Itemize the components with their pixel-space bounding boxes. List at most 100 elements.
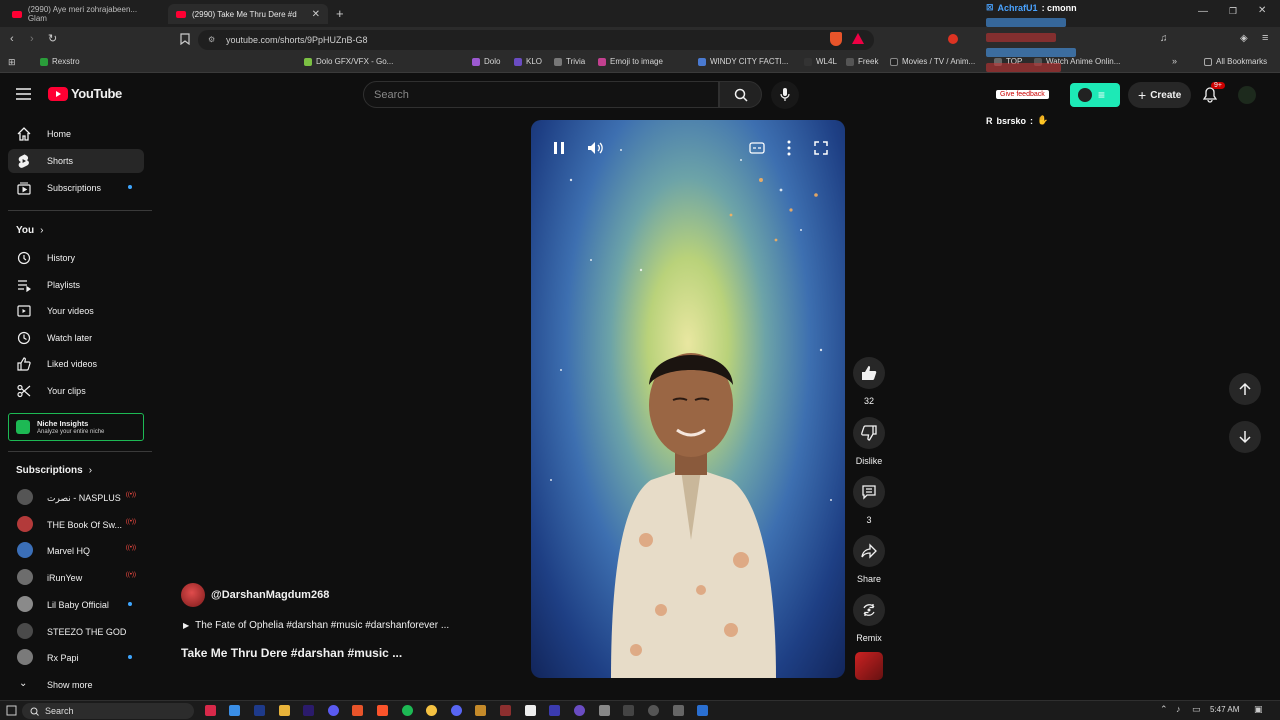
sidebar-item-watch-later[interactable]: Watch later: [8, 326, 144, 350]
taskbar-app-icon[interactable]: [475, 705, 486, 716]
subscription-item[interactable]: نصرت - NASPLUS ((•)): [8, 486, 144, 510]
video-title[interactable]: Take Me Thru Dere #darshan #music ...: [181, 646, 402, 660]
site-info-icon[interactable]: ⚙: [208, 35, 215, 44]
subscription-item[interactable]: STEEZO THE GOD: [8, 620, 144, 644]
hamburger-menu-icon[interactable]: [16, 88, 31, 100]
subscription-item[interactable]: Marvel HQ ((•)): [8, 539, 144, 563]
menu-icon[interactable]: ≡: [1262, 32, 1268, 44]
brave-shield-icon[interactable]: [830, 32, 842, 46]
bookmark-windy-city[interactable]: WINDY CITY FACTI...: [698, 57, 788, 66]
sidebar-item-shorts[interactable]: Shorts: [8, 149, 144, 173]
subscriptions-section-header[interactable]: Subscriptions ›: [16, 465, 92, 476]
discord-icon[interactable]: [451, 705, 462, 716]
channel-info[interactable]: @DarshanMagdum268: [181, 583, 329, 607]
subscription-item[interactable]: THE Book Of Sw... ((•)): [8, 513, 144, 537]
taskbar-app-icon[interactable]: [500, 705, 511, 716]
bookmark-freek[interactable]: Freek: [846, 57, 878, 66]
url-field[interactable]: ⚙ youtube.com/shorts/9PpHUZnB-G8: [198, 30, 874, 50]
taskbar-app-icon[interactable]: [328, 705, 339, 716]
shield-icon[interactable]: ◈: [1240, 33, 1248, 44]
taskbar-app-icon[interactable]: [205, 705, 216, 716]
comments-button[interactable]: [853, 476, 885, 508]
reload-icon[interactable]: ↻: [48, 32, 57, 45]
remix-action[interactable]: Remix: [853, 594, 885, 643]
dislike-action[interactable]: Dislike: [853, 417, 885, 466]
you-section-header[interactable]: You ›: [16, 225, 44, 236]
sidebar-item-home[interactable]: Home: [8, 122, 144, 146]
taskbar-search[interactable]: Search: [22, 703, 194, 719]
like-action[interactable]: 32: [853, 357, 885, 406]
settings-icon[interactable]: [673, 705, 684, 716]
search-button[interactable]: [719, 81, 762, 108]
network-icon[interactable]: ▭: [1192, 704, 1201, 715]
fullscreen-button[interactable]: [811, 138, 831, 158]
brave-rewards-icon[interactable]: [852, 33, 864, 44]
speaker-icon[interactable]: ♪: [1176, 704, 1181, 714]
previous-short-button[interactable]: [1229, 373, 1261, 405]
create-button[interactable]: + Create: [1128, 82, 1192, 108]
sidebar-item-playlists[interactable]: Playlists: [8, 273, 144, 297]
give-feedback-button[interactable]: Give feedback: [996, 90, 1049, 99]
close-window-icon[interactable]: ✕: [1258, 5, 1266, 16]
sound-thumbnail[interactable]: [855, 652, 883, 680]
share-action[interactable]: Share: [853, 535, 885, 584]
share-button[interactable]: [853, 535, 885, 567]
bookmark-dolo[interactable]: Dolo: [472, 57, 500, 66]
channel-avatar[interactable]: [181, 583, 205, 607]
subscription-item[interactable]: Rx Papi: [8, 646, 144, 670]
channel-name[interactable]: @DarshanMagdum268: [211, 589, 329, 601]
taskbar-premiere-icon[interactable]: [303, 705, 314, 716]
bookmark-klo[interactable]: KLO: [514, 57, 542, 66]
subscription-item[interactable]: Lil Baby Official: [8, 593, 144, 617]
more-options-button[interactable]: [779, 138, 799, 158]
clock[interactable]: 5:47 AM: [1210, 705, 1239, 714]
bookmark-wl4l[interactable]: WL4L: [804, 57, 837, 66]
subscription-item[interactable]: iRunYew ((•)): [8, 566, 144, 590]
bookmark-trivia[interactable]: Trivia: [554, 57, 585, 66]
taskbar-app-icon[interactable]: [549, 705, 560, 716]
sound-link[interactable]: ▶ The Fate of Ophelia #darshan #music #d…: [183, 620, 449, 631]
new-tab-icon[interactable]: +: [336, 6, 344, 21]
apps-icon[interactable]: ⊞: [8, 57, 16, 68]
shorts-video-player[interactable]: [531, 120, 845, 678]
taskbar-app-icon[interactable]: [426, 705, 437, 716]
taskbar-app-icon[interactable]: [574, 705, 585, 716]
bookmark-rexstro[interactable]: Rexstro: [40, 57, 80, 66]
chevron-up-icon[interactable]: ⌃: [1160, 704, 1168, 715]
next-short-button[interactable]: [1229, 421, 1261, 453]
remix-button[interactable]: [853, 594, 885, 626]
spotify-icon[interactable]: [402, 705, 413, 716]
like-button[interactable]: [853, 357, 885, 389]
sidebar-item-subscriptions[interactable]: Subscriptions: [8, 176, 144, 200]
taskbar-app-icon[interactable]: [648, 705, 659, 716]
music-icon[interactable]: ♫: [1160, 33, 1168, 44]
volume-button[interactable]: [585, 138, 605, 158]
sidebar-item-your-videos[interactable]: Your videos: [8, 299, 144, 323]
taskbar-app-icon[interactable]: [525, 705, 536, 716]
sidebar-item-liked-videos[interactable]: Liked videos: [8, 352, 144, 376]
bookmark-emoji[interactable]: Emoji to image: [598, 57, 663, 66]
dislike-button[interactable]: [853, 417, 885, 449]
widgets-icon[interactable]: [6, 705, 17, 716]
taskbar-app-icon[interactable]: [623, 705, 634, 716]
all-bookmarks[interactable]: All Bookmarks: [1204, 57, 1267, 66]
bookmark-icon[interactable]: [180, 33, 190, 45]
pause-button[interactable]: [549, 138, 569, 158]
niche-insights-button[interactable]: Niche Insights Analyze your entire niche: [8, 413, 144, 441]
sidebar-item-your-clips[interactable]: Your clips: [8, 379, 144, 403]
back-icon[interactable]: ‹: [10, 33, 14, 45]
taskbar-app-icon[interactable]: [229, 705, 240, 716]
captions-button[interactable]: [747, 138, 767, 158]
voice-search-button[interactable]: [771, 81, 799, 109]
show-more-button[interactable]: ⌄ Show more: [8, 673, 144, 697]
extension-icon[interactable]: [948, 34, 958, 44]
taskbar-app-icon[interactable]: [599, 705, 610, 716]
search-input[interactable]: Search: [363, 81, 719, 108]
browser-tab[interactable]: (2990) Aye meri zohrajabeen... Glam: [4, 4, 164, 24]
notification-center-icon[interactable]: ▣: [1254, 704, 1263, 715]
youtube-logo[interactable]: YouTube: [48, 86, 122, 101]
brave-browser-icon[interactable]: [377, 705, 388, 716]
forward-icon[interactable]: ›: [30, 33, 34, 45]
comments-action[interactable]: 3: [853, 476, 885, 525]
taskbar-photoshop-icon[interactable]: [254, 705, 265, 716]
